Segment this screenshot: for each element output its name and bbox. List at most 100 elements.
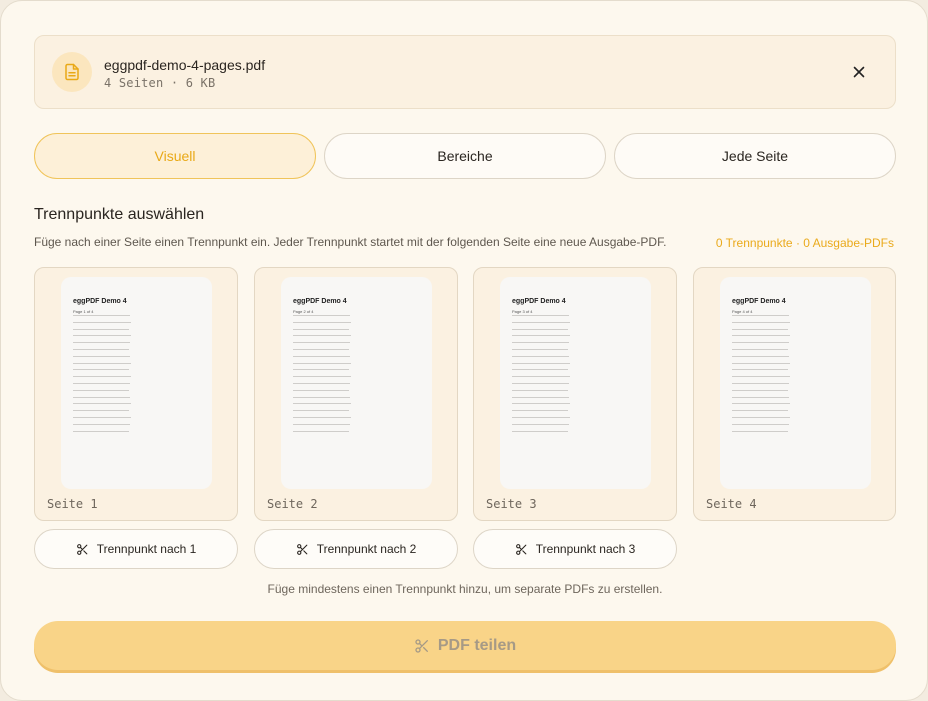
thumbnail-text-line <box>732 389 788 391</box>
thumbnail-text-line <box>293 321 351 323</box>
breakpoint-count: 0 Trennpunkte <box>715 236 793 250</box>
thumbnail-text-line <box>512 396 569 398</box>
file-page-count: 4 Seiten <box>104 76 164 90</box>
hint-text: Füge mindestens einen Trennpunkt hinzu, … <box>267 582 663 596</box>
thumbnail-text-line <box>512 342 569 344</box>
thumbnail-text-line <box>293 383 350 384</box>
page-tile-4[interactable]: eggPDF Demo 4 Page 4 of 4 Seite 4 <box>693 267 896 521</box>
section-title: Trennpunkte auswählen <box>34 206 205 223</box>
thumbnail-text-line <box>293 410 349 412</box>
thumbnail-text-line <box>73 349 129 350</box>
thumbnail-text-line <box>512 389 568 391</box>
file-meta: 4 Seiten · 6 KB <box>104 76 216 90</box>
thumbnail-text-line <box>732 403 790 405</box>
thumbnail-text-line <box>293 342 350 344</box>
thumbnail-text-line <box>293 335 351 337</box>
split-after-1-button[interactable]: Trennpunkt nach 1 <box>34 529 238 569</box>
thumbnail-text-line <box>732 355 789 357</box>
close-icon[interactable] <box>851 64 867 80</box>
thumbnail-text-line <box>73 403 131 405</box>
thumbnail-text-line <box>293 403 351 405</box>
thumbnail-text-line <box>512 423 569 425</box>
thumbnail-text-line <box>732 383 789 384</box>
thumbnail-title: eggPDF Demo 4 <box>73 298 127 305</box>
thumbnail-subtitle: Page 1 of 4 <box>73 309 94 314</box>
thumbnail-text-line <box>732 369 788 371</box>
thumbnail-text-line <box>732 376 790 378</box>
split-after-3-button[interactable]: Trennpunkt nach 3 <box>473 529 677 569</box>
thumbnail-text-line <box>293 355 350 357</box>
page-tile-2[interactable]: eggPDF Demo 4 Page 2 of 4 Seite 2 <box>254 267 458 521</box>
document-icon <box>52 52 92 92</box>
thumbnail-text-line <box>293 362 351 364</box>
thumbnail-text-line <box>512 315 569 316</box>
thumbnail-title: eggPDF Demo 4 <box>732 298 786 305</box>
thumbnail-subtitle: Page 4 of 4 <box>732 309 753 314</box>
thumbnail-text-line <box>73 315 130 316</box>
thumbnail-text-line <box>293 417 351 418</box>
tab-jede-seite[interactable]: Jede Seite <box>614 133 896 179</box>
thumbnail-text-line <box>732 396 789 398</box>
thumbnail-text-line <box>293 396 350 398</box>
thumbnail-text-line <box>732 423 789 425</box>
page-label: Seite 1 <box>47 497 98 511</box>
file-size: 6 KB <box>185 76 216 90</box>
page-thumbnail: eggPDF Demo 4 Page 3 of 4 <box>500 277 651 489</box>
file-name: eggpdf-demo-4-pages.pdf <box>104 57 266 73</box>
page-label: Seite 3 <box>486 497 537 511</box>
thumbnail-text-line <box>732 349 788 350</box>
thumbnail-text-line <box>293 315 350 316</box>
thumbnail-text-line <box>512 328 568 330</box>
tab-bereiche[interactable]: Bereiche <box>324 133 606 179</box>
thumbnail-title: eggPDF Demo 4 <box>512 298 566 305</box>
thumbnail-text-line <box>732 417 790 418</box>
scissors-icon <box>414 638 430 654</box>
thumbnail-text-line <box>293 328 349 330</box>
thumbnail-text-line <box>512 335 570 337</box>
thumbnail-text-line <box>73 362 131 364</box>
split-after-2-button[interactable]: Trennpunkt nach 2 <box>254 529 458 569</box>
thumbnail-text-line <box>293 423 350 425</box>
thumbnail-text-line <box>512 430 568 432</box>
thumbnail-text-line <box>73 389 129 391</box>
page-thumbnail: eggPDF Demo 4 Page 4 of 4 <box>720 277 871 489</box>
page-thumbnail: eggPDF Demo 4 Page 2 of 4 <box>281 277 432 489</box>
section-description: Füge nach einer Seite einen Trennpunkt e… <box>34 235 667 249</box>
thumbnail-text-line <box>512 355 569 357</box>
scissors-icon <box>296 543 309 556</box>
thumbnail-text-line <box>73 369 129 371</box>
thumbnail-text-line <box>512 321 570 323</box>
tab-visuell[interactable]: Visuell <box>34 133 316 179</box>
thumbnail-text-line <box>73 355 130 357</box>
thumbnail-subtitle: Page 3 of 4 <box>512 309 533 314</box>
thumbnail-text-line <box>73 328 129 330</box>
thumbnail-text-line <box>293 430 349 432</box>
split-pdf-button[interactable]: PDF teilen <box>34 621 896 670</box>
page-label: Seite 4 <box>706 497 757 511</box>
thumbnail-text-line <box>732 430 788 432</box>
thumbnail-text-line <box>293 376 351 378</box>
thumbnail-text-line <box>73 342 130 344</box>
thumbnail-text-line <box>73 410 129 412</box>
thumbnail-text-line <box>73 423 130 425</box>
page-tile-1[interactable]: eggPDF Demo 4 Page 1 of 4 Seite 1 <box>34 267 238 521</box>
page-label: Seite 2 <box>267 497 318 511</box>
thumbnail-text-line <box>73 396 130 398</box>
thumbnail-text-line <box>293 349 349 350</box>
thumbnail-text-line <box>512 383 569 384</box>
page-tile-3[interactable]: eggPDF Demo 4 Page 3 of 4 Seite 3 <box>473 267 677 521</box>
thumbnail-text-line <box>512 376 570 378</box>
thumbnail-text-line <box>732 328 788 330</box>
thumbnail-text-line <box>73 376 131 378</box>
thumbnail-text-line <box>732 321 790 323</box>
scissors-icon <box>515 543 528 556</box>
thumbnail-text-line <box>512 417 570 418</box>
thumbnail-text-line <box>512 410 568 412</box>
thumbnail-text-line <box>732 362 790 364</box>
thumbnail-text-line <box>512 349 568 350</box>
thumbnail-text-line <box>732 335 790 337</box>
output-count: 0 Ausgabe-PDFs <box>793 236 894 250</box>
thumbnail-text-line <box>512 403 570 405</box>
split-pdf-panel: eggpdf-demo-4-pages.pdf 4 Seiten · 6 KB … <box>0 0 928 701</box>
split-button-label: Trennpunkt nach 3 <box>535 542 636 556</box>
